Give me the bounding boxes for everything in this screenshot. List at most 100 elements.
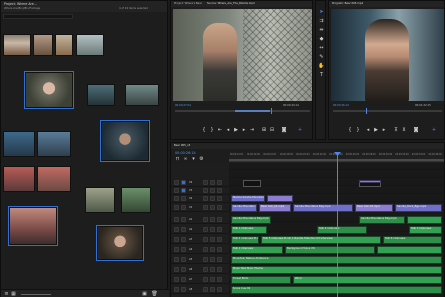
clip-a4b[interactable]: Background Voice VO [285, 246, 375, 254]
track-solo-toggle[interactable] [210, 188, 215, 193]
track-lock-icon[interactable] [174, 205, 179, 210]
clip-a1b[interactable]: Sandia Mountains Bkg.mp4 [359, 216, 405, 224]
track-lock-icon[interactable] [174, 227, 179, 232]
selection-tool-icon[interactable]: ➤ [318, 9, 325, 16]
add-marker-icon[interactable]: ▾ [190, 156, 197, 163]
track-header-v1[interactable]: V1 [171, 204, 229, 212]
program-step-forward-button[interactable]: ▸ [381, 127, 387, 133]
clip-thumb-2[interactable] [33, 34, 53, 56]
track-mute-toggle[interactable] [203, 287, 208, 292]
program-playhead[interactable] [366, 108, 367, 114]
icon-view-icon[interactable]: ▦ [10, 291, 17, 297]
track-mute-toggle[interactable] [203, 196, 208, 201]
track-record-toggle[interactable] [217, 277, 222, 282]
track-solo-toggle[interactable] [210, 227, 215, 232]
track-record-toggle[interactable] [217, 227, 222, 232]
clip-a4c[interactable] [377, 246, 442, 254]
clip-a2a[interactable]: Talk 1 Interview [231, 226, 267, 234]
clip-thumb-16[interactable] [96, 225, 144, 261]
clip-a4a[interactable]: Talk 1 Interview [231, 246, 283, 254]
program-tab[interactable]: Program: Bear 005.mp4 [332, 2, 402, 5]
program-export-frame-button[interactable]: ◙ [413, 127, 419, 133]
track-header-v4[interactable]: V4 [171, 179, 229, 187]
clip-a3b[interactable]: Talk 5 Interview B-roll 1 Bundle Hike No… [261, 236, 381, 244]
track-header-a3[interactable]: A3 [171, 236, 229, 244]
zoom-slider[interactable] [21, 294, 51, 295]
clip-v2b[interactable] [267, 195, 293, 202]
clip-thumb-8[interactable] [100, 120, 150, 162]
list-view-icon[interactable]: ≡ [3, 291, 10, 297]
source-scrubber[interactable] [175, 108, 310, 114]
track-select-icon[interactable]: ⇉ [318, 18, 325, 25]
track-record-toggle[interactable] [217, 205, 222, 210]
track-mute-toggle[interactable] [203, 267, 208, 272]
clip-thumb-13[interactable] [85, 187, 115, 213]
linked-selection-icon[interactable]: ∞ [182, 156, 189, 163]
project-search-bar[interactable] [3, 14, 73, 19]
track-record-toggle[interactable] [217, 257, 222, 262]
add-button[interactable]: + [297, 127, 303, 133]
track-lock-icon[interactable] [174, 196, 179, 201]
track-target-toggle[interactable] [181, 196, 186, 201]
clip-v1a[interactable]: Sandia Mountain Bkg.mp4 [231, 204, 257, 212]
track-solo-toggle[interactable] [210, 196, 215, 201]
clip-a1a[interactable]: Sandia Mountains Bkg.mp4 [231, 216, 271, 224]
track-header-v3[interactable]: V3 [171, 187, 229, 195]
program-add-button[interactable]: + [431, 127, 437, 133]
track-solo-toggle[interactable] [210, 205, 215, 210]
track-header-a2[interactable]: A2 [171, 226, 229, 234]
track-header-a5[interactable]: A5 [171, 256, 229, 264]
go-to-out-button[interactable]: ⇥ [249, 127, 255, 133]
source-tab[interactable]: Source: Where_Are_The_Robots.mp4 [207, 2, 282, 5]
clip-thumb-14[interactable] [121, 187, 151, 213]
clip-v1d[interactable]: Bear Cub 03.mp4 [355, 204, 393, 212]
mark-in-button[interactable]: { [201, 127, 207, 133]
timeline-timecode[interactable]: 00:00:26:14 [175, 151, 215, 155]
track-mute-toggle[interactable] [203, 247, 208, 252]
clip-v1c[interactable]: Sandia Mountains Bkg.mp4 [293, 204, 353, 212]
clip-thumb-5[interactable] [24, 71, 74, 109]
new-bin-icon[interactable]: ▣ [141, 291, 148, 297]
clip-v2a[interactable]: Marina Sandia Mountain [231, 195, 265, 202]
track-lock-icon[interactable] [174, 188, 179, 193]
track-record-toggle[interactable] [217, 247, 222, 252]
program-step-back-button[interactable]: ◂ [365, 127, 371, 133]
track-mute-toggle[interactable] [203, 188, 208, 193]
clip-v3-title[interactable] [359, 180, 381, 183]
track-mute-toggle[interactable] [203, 277, 208, 282]
clip-thumb-1[interactable] [3, 34, 31, 56]
track-header-a8[interactable]: A8 [171, 286, 229, 294]
track-lock-icon[interactable] [174, 217, 179, 222]
track-target-toggle[interactable] [181, 237, 186, 242]
track-target-toggle[interactable] [181, 217, 186, 222]
track-mute-toggle[interactable] [203, 217, 208, 222]
go-to-in-button[interactable]: ⇤ [217, 127, 223, 133]
clip-a7b[interactable]: Wind [293, 276, 442, 284]
track-header-a1[interactable]: A1 [171, 216, 229, 224]
clip-thumb-6[interactable] [87, 84, 115, 106]
track-mute-toggle[interactable] [203, 227, 208, 232]
track-header-v2[interactable]: V2 [171, 195, 229, 203]
clip-v1e[interactable]: Sandia_Rock_Bgs.mp4 [395, 204, 442, 212]
clip-thumb-3[interactable] [55, 34, 73, 56]
track-lock-icon[interactable] [174, 257, 179, 262]
source-tab-project[interactable]: Project: Where's Bear [174, 2, 204, 5]
timeline-settings-icon[interactable]: ⚙ [198, 156, 205, 163]
track-lock-icon[interactable] [174, 267, 179, 272]
track-target-toggle[interactable] [181, 188, 186, 193]
step-back-button[interactable]: ◂ [225, 127, 231, 133]
clip-thumb-4[interactable] [76, 34, 104, 56]
clip-thumb-11[interactable] [3, 166, 35, 192]
clip-v1b[interactable]: Bear Cub_01.mp4 [259, 204, 291, 212]
play-button[interactable]: ▶ [233, 127, 239, 133]
track-solo-toggle[interactable] [210, 247, 215, 252]
track-solo-toggle[interactable] [210, 257, 215, 262]
clip-thumb-9[interactable] [3, 131, 35, 157]
snap-icon[interactable]: ⊓ [174, 156, 181, 163]
clip-thumb-15[interactable] [8, 206, 58, 246]
clip-thumb-12[interactable] [37, 166, 71, 192]
type-tool-icon[interactable]: T [318, 72, 325, 79]
track-lock-icon[interactable] [174, 247, 179, 252]
track-lock-icon[interactable] [174, 180, 179, 185]
track-mute-toggle[interactable] [203, 180, 208, 185]
